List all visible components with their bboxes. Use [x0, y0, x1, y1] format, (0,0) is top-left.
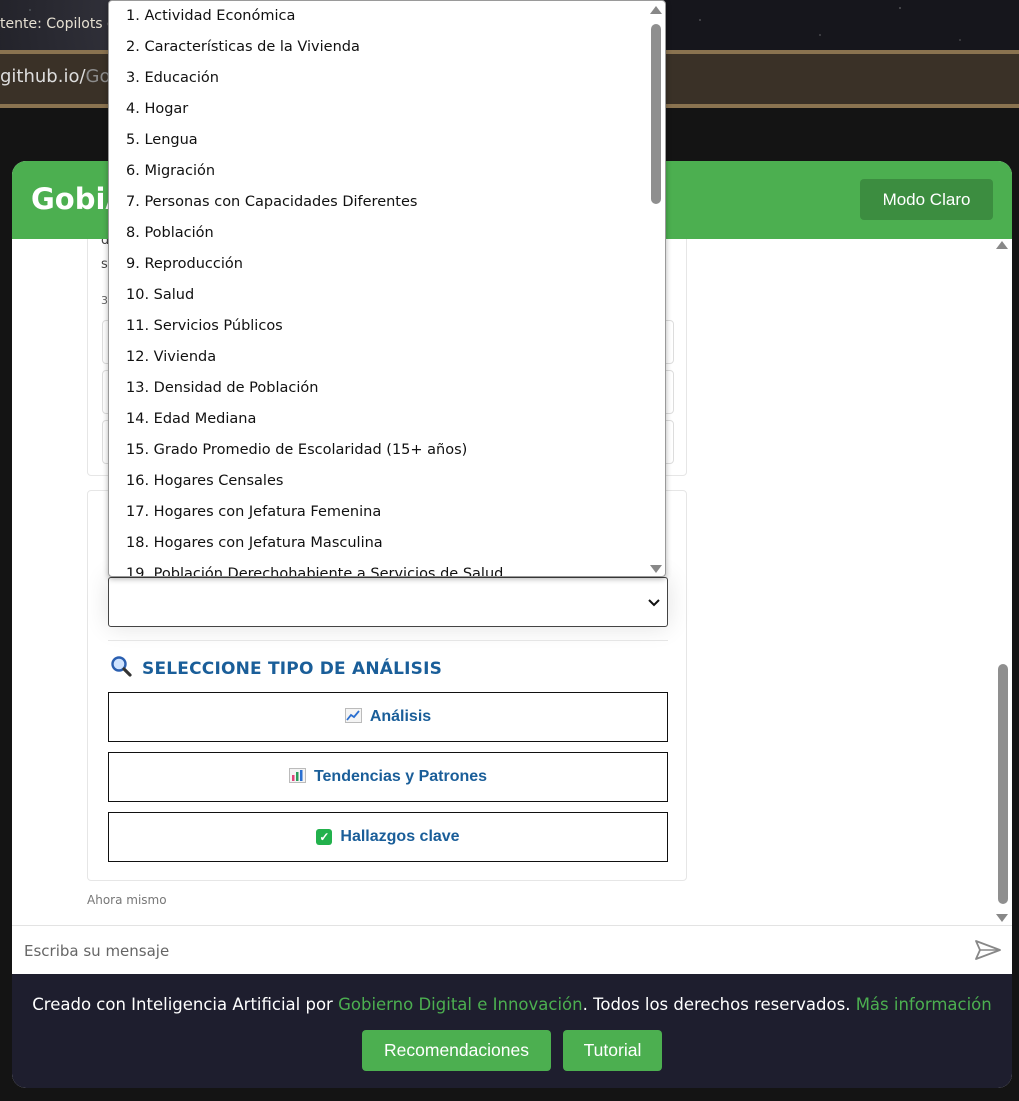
- dropdown-option[interactable]: 6. Migración: [109, 156, 649, 187]
- dropdown-option[interactable]: 5. Lengua: [109, 125, 649, 156]
- gobierno-digital-link[interactable]: Gobierno Digital e Innovación: [338, 995, 583, 1014]
- scroll-up-arrow[interactable]: [996, 241, 1008, 249]
- topic-dropdown-list[interactable]: 1. Actividad Económica 2. Características…: [108, 0, 666, 577]
- tutorial-button[interactable]: Tutorial: [563, 1030, 662, 1071]
- dropdown-option[interactable]: 12. Vivienda: [109, 342, 649, 373]
- dropdown-option[interactable]: 17. Hogares con Jefatura Femenina: [109, 497, 649, 528]
- dropdown-option[interactable]: 1. Actividad Económica: [109, 1, 649, 32]
- trends-patterns-button-label: Tendencias y Patrones: [313, 768, 488, 785]
- send-icon[interactable]: [974, 939, 1002, 961]
- magnifying-glass-icon: [110, 655, 132, 682]
- key-findings-button[interactable]: ✓ Hallazgos clave: [108, 812, 668, 862]
- browser-url[interactable]: github.io/Gob: [0, 66, 122, 87]
- footer-text-start: Creado con Inteligencia Artificial por: [32, 995, 339, 1014]
- message-fragment: s: [101, 257, 108, 272]
- dropdown-option[interactable]: 13. Densidad de Población: [109, 373, 649, 404]
- browser-tab-title[interactable]: tente: Copilots de: [0, 16, 125, 32]
- key-findings-button-label: Hallazgos clave: [340, 828, 460, 845]
- divider: [108, 640, 668, 641]
- dropdown-option[interactable]: 7. Personas con Capacidades Diferentes: [109, 187, 649, 218]
- dropdown-option[interactable]: 16. Hogares Censales: [109, 466, 649, 497]
- scroll-down-arrow[interactable]: [996, 914, 1008, 922]
- message-input-bar: [12, 925, 1012, 974]
- analysis-type-title: SELECCIONE TIPO DE ANÁLISIS: [142, 658, 443, 679]
- analysis-button-label: Análisis: [369, 708, 432, 725]
- dropdown-option[interactable]: 4. Hogar: [109, 94, 649, 125]
- bar-chart-icon: [288, 767, 306, 787]
- recommendations-button[interactable]: Recomendaciones: [362, 1030, 551, 1071]
- message-fragment: 3: [101, 294, 108, 307]
- dropdown-option[interactable]: 19. Población Derechohabiente a Servicio…: [109, 559, 649, 576]
- dropdown-option[interactable]: 11. Servicios Públicos: [109, 311, 649, 342]
- dropdown-scrollbar-thumb[interactable]: [651, 24, 661, 204]
- dropdown-option[interactable]: 9. Reproducción: [109, 249, 649, 280]
- theme-toggle-button[interactable]: Modo Claro: [860, 179, 993, 220]
- dropdown-option[interactable]: 15. Grado Promedio de Escolaridad (15+ a…: [109, 435, 649, 466]
- trends-patterns-button[interactable]: Tendencias y Patrones: [108, 752, 668, 802]
- dropdown-scroll-down-arrow[interactable]: [650, 565, 662, 573]
- dropdown-option[interactable]: 2. Características de la Vivienda: [109, 32, 649, 63]
- analysis-button[interactable]: Análisis: [108, 692, 668, 742]
- message-input[interactable]: [24, 939, 924, 963]
- dropdown-option[interactable]: 3. Educación: [109, 63, 649, 94]
- footer: Creado con Inteligencia Artificial por G…: [12, 974, 1012, 1088]
- chat-scrollbar-thumb[interactable]: [998, 664, 1008, 904]
- chart-increasing-icon: [344, 707, 362, 727]
- url-host: github.io/: [0, 66, 86, 87]
- topic-select[interactable]: [108, 577, 668, 627]
- dropdown-option[interactable]: 10. Salud: [109, 280, 649, 311]
- more-info-link[interactable]: Más información: [856, 995, 992, 1014]
- footer-text-middle: . Todos los derechos reservados.: [582, 995, 856, 1014]
- dropdown-option[interactable]: 8. Población: [109, 218, 649, 249]
- dropdown-scroll-up-arrow[interactable]: [650, 6, 662, 14]
- footer-text: Creado con Inteligencia Artificial por G…: [12, 995, 1012, 1014]
- screen: tente: Copilots de github.io/Gob GobiA M…: [0, 0, 1019, 1101]
- dropdown-option[interactable]: 14. Edad Mediana: [109, 404, 649, 435]
- chevron-down-icon: [647, 593, 661, 612]
- dropdown-scrollbar[interactable]: [649, 1, 665, 576]
- dropdown-option[interactable]: 18. Hogares con Jefatura Masculina: [109, 528, 649, 559]
- dropdown-options: 1. Actividad Económica 2. Características…: [109, 1, 649, 576]
- message-timestamp: Ahora mismo: [87, 893, 167, 907]
- check-mark-icon: ✓: [316, 829, 333, 845]
- analysis-type-heading: SELECCIONE TIPO DE ANÁLISIS: [110, 655, 442, 682]
